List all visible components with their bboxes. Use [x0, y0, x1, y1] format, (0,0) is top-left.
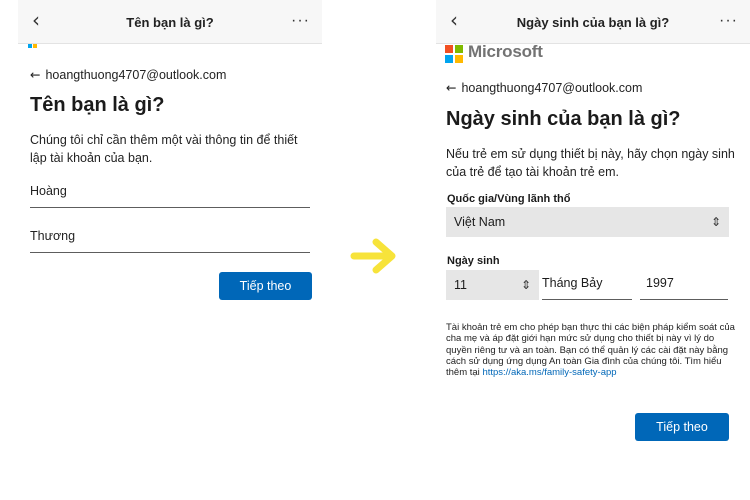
microsoft-wordmark: Microsoft [468, 42, 543, 61]
name-screen: ‹ Tên bạn là gì? ··· ← hoangthuong4707@ou… [18, 0, 322, 500]
child-account-notice: Tài khoản trẻ em cho phép bạn thực thi c… [446, 322, 736, 378]
topbar-title: Ngày sinh của bạn là gì? [516, 15, 670, 30]
month-select[interactable]: Tháng Bảy [542, 270, 632, 300]
email-address: hoangthuong4707@outlook.com [461, 81, 643, 95]
birthdate-screen: ‹ Ngày sinh của bạn là gì? ··· Microsoft… [436, 0, 750, 500]
country-select[interactable]: Việt Nam ⇕ [446, 207, 729, 237]
family-safety-link[interactable]: https://aka.ms/family-safety-app [482, 367, 616, 378]
email-address: hoangthuong4707@outlook.com [45, 68, 227, 82]
email-back-link[interactable]: ← hoangthuong4707@outlook.com [446, 80, 642, 95]
top-bar: ‹ Tên bạn là gì? ··· [18, 0, 322, 44]
chevron-up-down-icon: ⇕ [520, 278, 531, 292]
top-bar: ‹ Ngày sinh của bạn là gì? ··· [436, 0, 750, 44]
email-back-link[interactable]: ← hoangthuong4707@outlook.com [30, 67, 226, 82]
day-value: 11 [454, 278, 467, 292]
country-label: Quốc gia/Vùng lãnh thổ [447, 193, 571, 205]
arrow-left-icon: ← [446, 80, 457, 95]
first-name-field[interactable]: Hoàng [30, 184, 310, 208]
birthdate-label: Ngày sinh [447, 255, 500, 267]
microsoft-logo-icon [445, 45, 463, 63]
arrow-left-icon: ← [30, 67, 41, 82]
more-options-icon[interactable]: ··· [719, 12, 738, 30]
page-description: Nếu trẻ em sử dụng thiết bị này, hãy chọ… [446, 147, 735, 179]
chevron-up-down-icon: ⇕ [710, 215, 721, 229]
next-button[interactable]: Tiếp theo [635, 413, 729, 441]
year-field[interactable]: 1997 [640, 270, 728, 300]
more-options-icon[interactable]: ··· [291, 12, 310, 30]
arrow-right-icon [350, 238, 396, 274]
last-name-field[interactable]: Thương [30, 229, 310, 253]
page-heading: Tên bạn là gì? [30, 94, 165, 116]
day-select[interactable]: 11 ⇕ [446, 270, 539, 300]
microsoft-logo-icon [28, 44, 38, 49]
country-value: Việt Nam [454, 215, 506, 229]
next-button[interactable]: Tiếp theo [219, 272, 312, 300]
topbar-title: Tên bạn là gì? [126, 15, 214, 30]
page-heading: Ngày sinh của bạn là gì? [446, 108, 681, 130]
page-description: Chúng tôi chỉ cần thêm một vài thông tin… [30, 133, 298, 165]
